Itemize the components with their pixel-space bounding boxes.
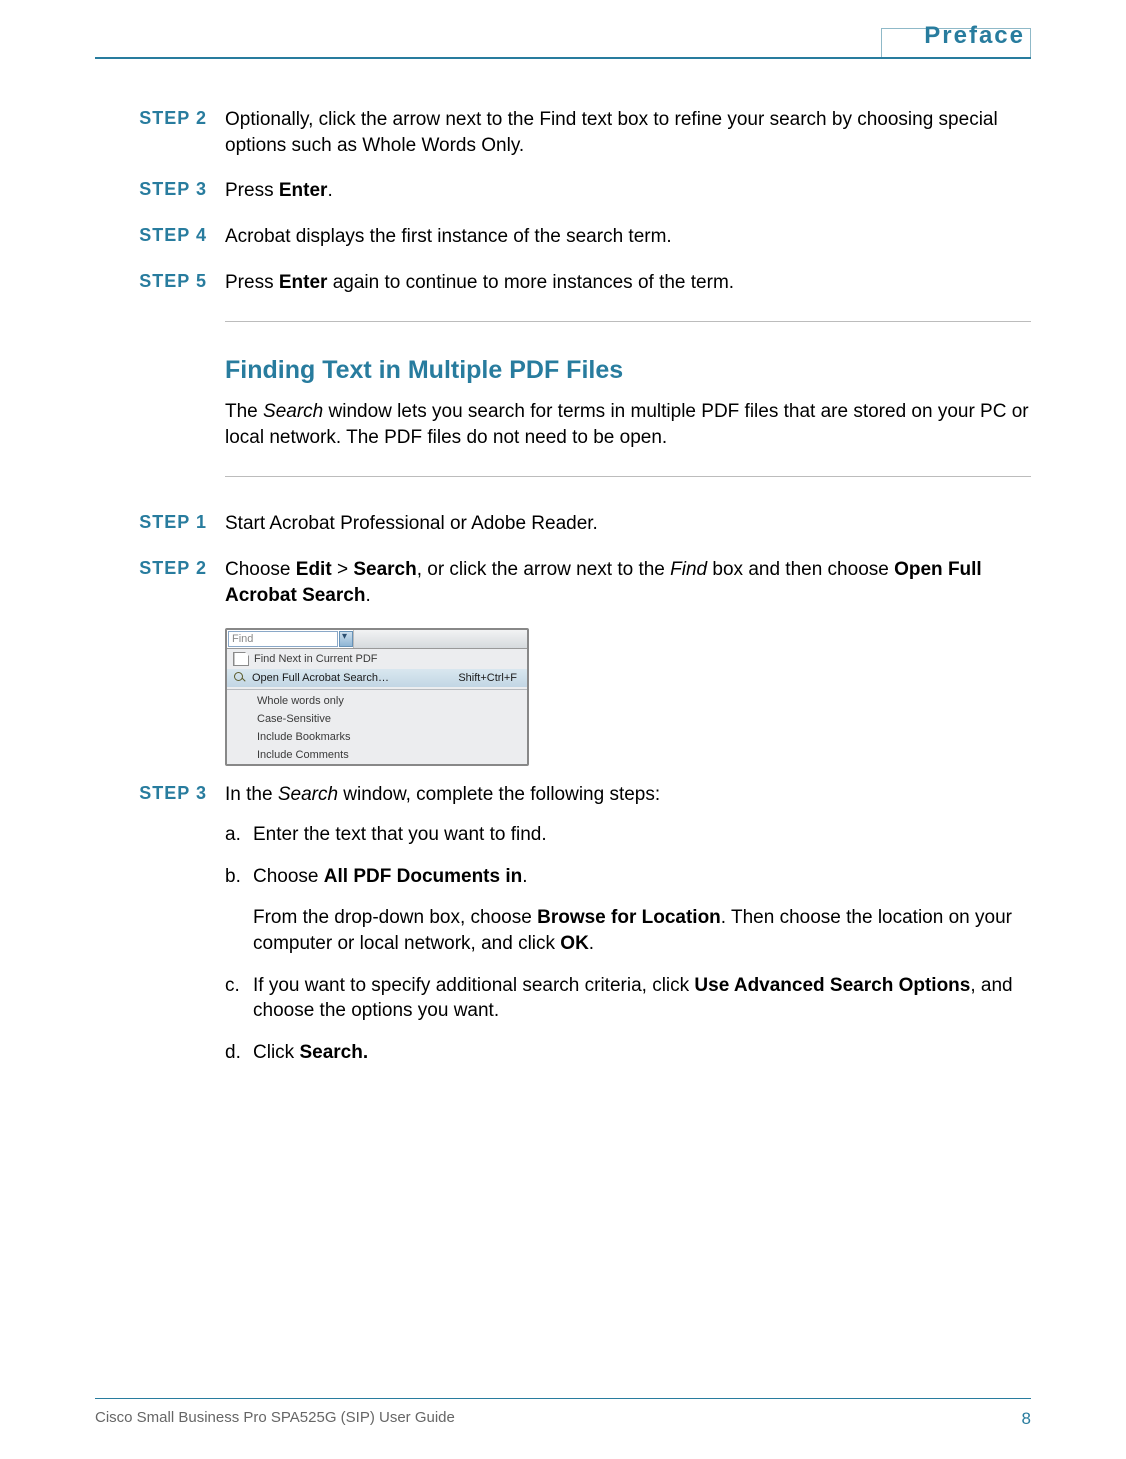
step-row: STEP 3Press Enter. xyxy=(95,178,1031,204)
menu-item-label: Include Comments xyxy=(257,749,349,761)
substep-letter: a. xyxy=(225,822,253,848)
step-text: In the Search window, complete the follo… xyxy=(225,782,1031,808)
document-icon xyxy=(233,652,249,666)
substep-followup: From the drop-down box, choose Browse fo… xyxy=(253,905,1031,956)
substep-text: Enter the text that you want to find. xyxy=(253,822,1031,848)
menu-item-label: Include Bookmarks xyxy=(257,731,351,743)
steps-continued: STEP 2Optionally, click the arrow next t… xyxy=(95,107,1031,295)
substep-d: d. Click Search. xyxy=(225,1040,1031,1066)
substep-b: b. Choose All PDF Documents in. xyxy=(225,864,1031,890)
separator xyxy=(225,321,1031,322)
header-rule xyxy=(95,28,1031,59)
menu-item: Open Full Acrobat Search… Shift+Ctrl+F xyxy=(227,669,527,687)
step-row: STEP 3 In the Search window, complete th… xyxy=(95,782,1031,1081)
substep-letter: c. xyxy=(225,973,253,1024)
step-text: Press Enter again to continue to more in… xyxy=(225,270,1031,296)
find-menu: Find Next in Current PDF Open Full Acroba… xyxy=(227,649,527,764)
step-text: Start Acrobat Professional or Adobe Read… xyxy=(225,511,1031,537)
step-label: STEP 5 xyxy=(95,270,225,296)
substep-letter: d. xyxy=(225,1040,253,1066)
menu-item-label: Whole words only xyxy=(257,695,344,707)
substep-text: Click Search. xyxy=(253,1040,1031,1066)
find-dropdown-screenshot: Find Find Next in Current PDF Open Full A… xyxy=(225,628,529,766)
page-number: 8 xyxy=(1022,1409,1031,1429)
binoculars-icon xyxy=(233,672,247,684)
menu-item-shortcut: Shift+Ctrl+F xyxy=(458,672,521,684)
step-text: Choose Edit > Search, or click the arrow… xyxy=(225,557,1031,608)
step-label: STEP 4 xyxy=(95,224,225,250)
menu-item: Include Bookmarks xyxy=(227,728,527,746)
step-text: Acrobat displays the first instance of t… xyxy=(225,224,1031,250)
menu-item: Include Comments xyxy=(227,746,527,764)
step-label: STEP 3 xyxy=(95,782,225,1081)
step-text: Optionally, click the arrow next to the … xyxy=(225,107,1031,158)
step-label: STEP 2 xyxy=(95,557,225,608)
step-label: STEP 1 xyxy=(95,511,225,537)
step-text: Press Enter. xyxy=(225,178,1031,204)
menu-separator xyxy=(227,689,527,690)
section-heading: Finding Text in Multiple PDF Files xyxy=(225,356,1031,385)
step-label: STEP 3 xyxy=(95,178,225,204)
steps-new: STEP 1Start Acrobat Professional or Adob… xyxy=(95,511,1031,608)
menu-item-label: Open Full Acrobat Search… xyxy=(252,672,389,684)
menu-item-label: Find Next in Current PDF xyxy=(254,653,377,665)
step-row: STEP 4Acrobat displays the first instanc… xyxy=(95,224,1031,250)
step-row: STEP 5Press Enter again to continue to m… xyxy=(95,270,1031,296)
step-row: STEP 2Optionally, click the arrow next t… xyxy=(95,107,1031,158)
menu-item: Case-Sensitive xyxy=(227,710,527,728)
menu-item-label: Case-Sensitive xyxy=(257,713,331,725)
step-label: STEP 2 xyxy=(95,107,225,158)
footer-title: Cisco Small Business Pro SPA525G (SIP) U… xyxy=(95,1409,455,1429)
page-footer: Cisco Small Business Pro SPA525G (SIP) U… xyxy=(95,1398,1031,1429)
separator xyxy=(225,476,1031,477)
menu-item: Whole words only xyxy=(227,692,527,710)
menu-item: Find Next in Current PDF xyxy=(227,649,527,669)
section-intro: The Search window lets you search for te… xyxy=(225,399,1031,450)
find-input: Find xyxy=(228,631,338,647)
substep-letter: b. xyxy=(225,864,253,890)
substep-text: If you want to specify additional search… xyxy=(253,973,1031,1024)
substep-a: a. Enter the text that you want to find. xyxy=(225,822,1031,848)
substep-text: Choose All PDF Documents in. xyxy=(253,864,1031,890)
substep-c: c. If you want to specify additional sea… xyxy=(225,973,1031,1024)
step-row: STEP 2Choose Edit > Search, or click the… xyxy=(95,557,1031,608)
step-row: STEP 1Start Acrobat Professional or Adob… xyxy=(95,511,1031,537)
find-dropdown-arrow xyxy=(339,631,353,647)
